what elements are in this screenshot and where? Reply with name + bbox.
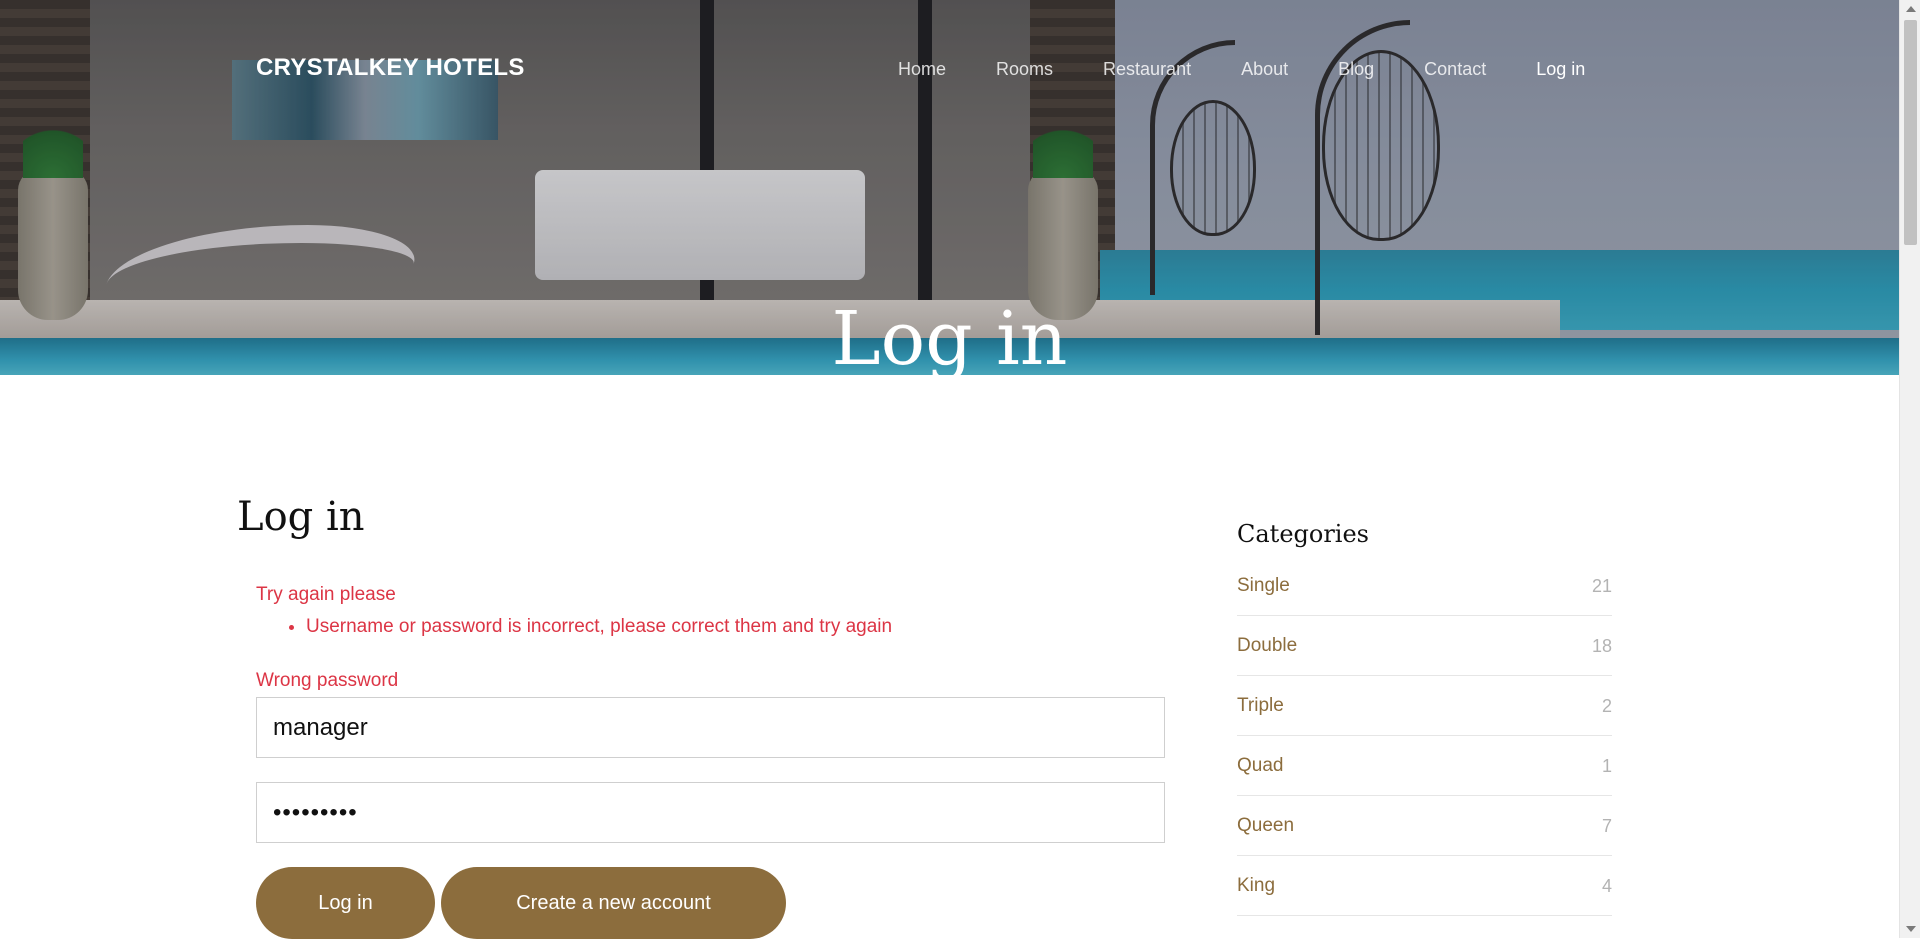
category-count: 2: [1601, 695, 1612, 716]
error-list: Username or password is incorrect, pleas…: [256, 616, 892, 638]
main-nav: Home Rooms Restaurant About Blog Contact…: [898, 59, 1585, 80]
category-count: 4: [1601, 875, 1612, 896]
hero-title: Log in: [831, 295, 1068, 375]
category-item[interactable]: Quad 1: [1237, 737, 1612, 796]
category-count: 18: [1591, 635, 1612, 656]
page-title: Log in: [237, 494, 365, 540]
login-button[interactable]: Log in: [256, 867, 435, 939]
category-count: 21: [1591, 575, 1612, 596]
nav-restaurant[interactable]: Restaurant: [1103, 59, 1191, 80]
category-item[interactable]: King 4: [1237, 857, 1612, 916]
category-name[interactable]: Quad: [1237, 755, 1283, 777]
category-item[interactable]: Double 18: [1237, 617, 1612, 676]
page-scrollbar[interactable]: [1899, 0, 1920, 938]
nav-about[interactable]: About: [1241, 59, 1288, 80]
category-item[interactable]: Single 21: [1237, 557, 1612, 616]
category-list: Single 21 Double 18 Triple 2 Quad 1 Queen 7 K…: [1237, 557, 1612, 917]
nav-rooms[interactable]: Rooms: [996, 59, 1053, 80]
sidebar-title: Categories: [1237, 520, 1369, 548]
password-input[interactable]: [256, 782, 1165, 843]
brand-logo[interactable]: CRYSTALKEY HOTELS: [256, 54, 525, 82]
nav-login[interactable]: Log in: [1536, 59, 1585, 80]
scrollbar-thumb[interactable]: [1904, 20, 1917, 245]
category-name[interactable]: Queen: [1237, 815, 1294, 837]
nav-blog[interactable]: Blog: [1338, 59, 1374, 80]
username-input[interactable]: [256, 697, 1165, 758]
error-message: Username or password is incorrect, pleas…: [306, 616, 892, 638]
category-name[interactable]: Double: [1237, 635, 1297, 657]
scroll-down-arrow-icon[interactable]: [1906, 926, 1916, 932]
category-count: 1: [1601, 755, 1612, 776]
category-name[interactable]: Triple: [1237, 695, 1284, 717]
category-name[interactable]: Single: [1237, 575, 1290, 597]
create-account-button[interactable]: Create a new account: [441, 867, 786, 939]
scroll-up-arrow-icon[interactable]: [1906, 6, 1916, 12]
error-heading: Try again please: [256, 584, 396, 605]
category-count: 7: [1601, 815, 1612, 836]
hero-banner: CRYSTALKEY HOTELS Home Rooms Restaurant …: [0, 0, 1899, 375]
category-item[interactable]: Triple 2: [1237, 677, 1612, 736]
nav-contact[interactable]: Contact: [1424, 59, 1486, 80]
category-name[interactable]: King: [1237, 875, 1275, 897]
nav-home[interactable]: Home: [898, 59, 946, 80]
password-error: Wrong password: [256, 670, 399, 691]
category-item[interactable]: Queen 7: [1237, 797, 1612, 856]
